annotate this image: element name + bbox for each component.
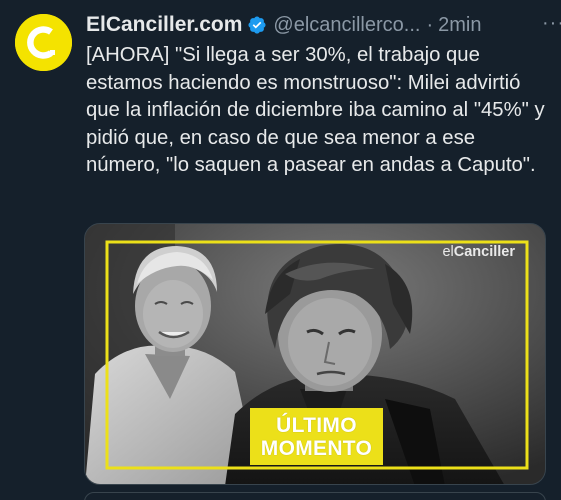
display-name[interactable]: ElCanciller.com xyxy=(86,13,242,37)
badge-line-2: MOMENTO xyxy=(260,436,373,460)
handle[interactable]: @elcancillerco... xyxy=(273,14,420,37)
tweet-header: ElCanciller.com @elcancillerco... · 2min… xyxy=(86,8,561,42)
tweet-media-image[interactable]: elCanciller ÚLTIMO MOMENTO xyxy=(84,223,546,485)
verified-badge-icon[interactable] xyxy=(247,15,267,35)
avatar[interactable] xyxy=(15,14,72,71)
separator: · xyxy=(426,13,434,36)
tweet[interactable]: ElCanciller.com @elcancillerco... · 2min… xyxy=(0,0,561,500)
badge-line-1: ÚLTIMO xyxy=(276,413,357,437)
brand-name: Canciller xyxy=(453,244,515,260)
breaking-news-badge: ÚLTIMO MOMENTO xyxy=(250,408,383,465)
media-brand-label: elCanciller xyxy=(442,244,515,260)
tweet-text: [AHORA] "Si llega a ser 30%, el trabajo … xyxy=(86,44,545,176)
more-options-icon[interactable]: ··· xyxy=(542,10,561,36)
timestamp[interactable]: 2min xyxy=(438,14,481,37)
brand-prefix: el xyxy=(442,244,454,260)
next-card-edge xyxy=(84,492,546,500)
elcanciller-logo-icon xyxy=(15,14,72,71)
